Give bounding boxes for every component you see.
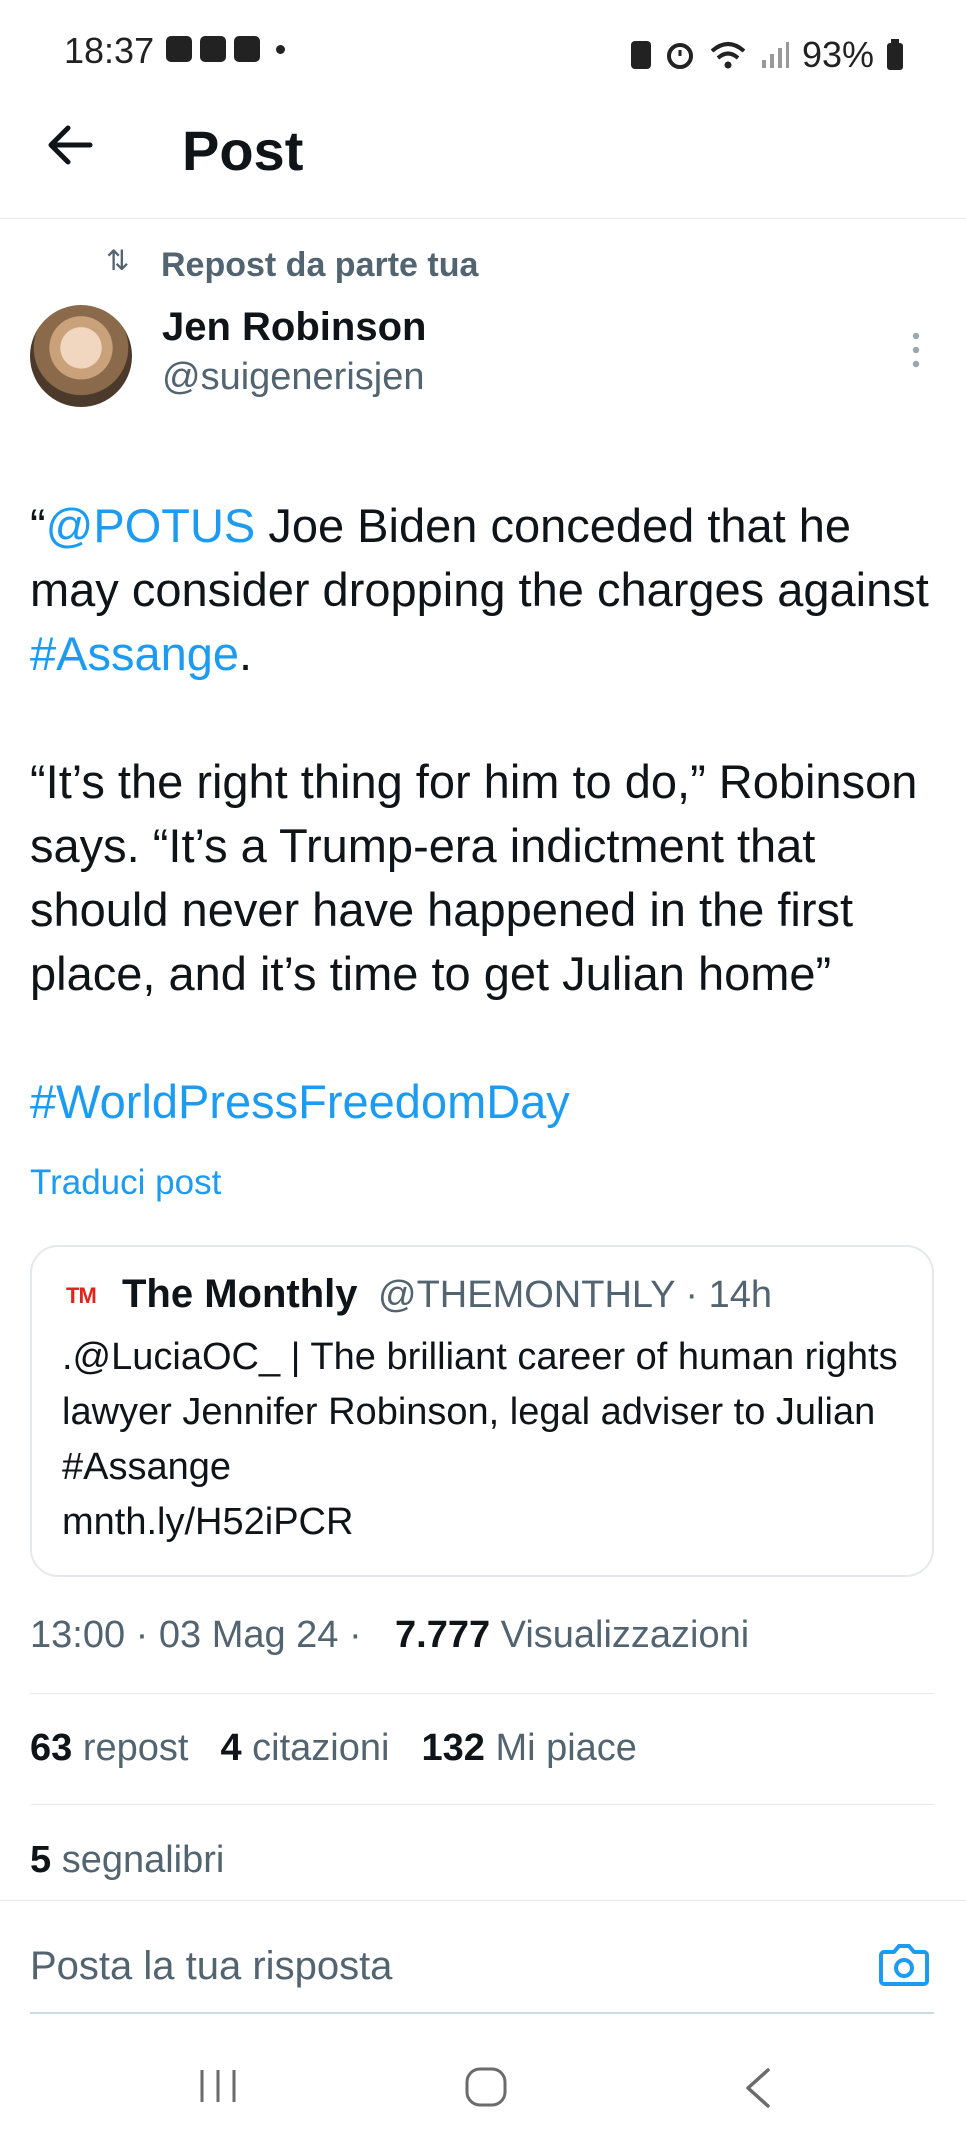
quoted-author-name: The Monthly	[122, 1272, 358, 1316]
quoted-author-logo: TM	[66, 1283, 97, 1308]
battery-icon	[887, 39, 903, 70]
more-notifications-dot	[276, 44, 285, 54]
reply-input[interactable]: Posta la tua risposta	[30, 1944, 392, 1989]
bookmarks-stat[interactable]: 5 segnalibri	[30, 1839, 224, 1882]
reposts-count: 63	[30, 1727, 73, 1769]
views-count: 7.777	[395, 1614, 491, 1656]
quotes-stat[interactable]: 4 citazioni	[220, 1727, 389, 1770]
likes-label: Mi piace	[495, 1727, 637, 1769]
stats-row: 63 repost 4 citazioni 132 Mi piace	[30, 1727, 637, 1770]
bookmarks-count: 5	[30, 1839, 52, 1881]
translate-post-link[interactable]: Traduci post	[30, 1163, 221, 1203]
text-part: “	[30, 499, 46, 552]
hashtag-link[interactable]: #Assange	[30, 627, 239, 680]
gallery-notification-icon	[166, 36, 192, 62]
reposts-label: repost	[82, 1727, 189, 1769]
system-status-icons: 93%	[630, 34, 904, 76]
repost-icon: ⇅	[106, 245, 130, 276]
quoted-author-meta: @THEMONTHLY · 14h	[378, 1274, 773, 1316]
wifi-icon	[710, 42, 746, 69]
text-part: . “It’s the right thing for him to do,” …	[30, 627, 918, 1000]
views-label: Visualizzazioni	[500, 1614, 750, 1656]
meta-divider	[30, 1693, 934, 1694]
more-options-icon[interactable]	[906, 330, 926, 370]
header-divider	[0, 218, 966, 219]
quotes-label: citazioni	[252, 1727, 390, 1769]
camera-icon[interactable]	[878, 1940, 930, 1988]
back-arrow-icon[interactable]	[40, 115, 100, 175]
battery-percent: 93%	[801, 34, 874, 75]
home-nav-icon[interactable]	[464, 2066, 508, 2108]
alarm-icon	[666, 43, 693, 69]
status-time: 18:37	[64, 30, 155, 71]
post-timestamp: 13:00 · 03 Mag 24 ·	[30, 1614, 362, 1656]
reposts-stat[interactable]: 63 repost	[30, 1727, 188, 1770]
stats-divider	[30, 1804, 934, 1805]
sim-icon	[630, 41, 651, 69]
page-title: Post	[182, 119, 304, 182]
app-notification-icon	[200, 36, 226, 62]
app-notification-icon-2	[234, 36, 260, 62]
bookmarks-label: segnalibri	[61, 1839, 225, 1881]
likes-count: 132	[421, 1727, 485, 1769]
avatar[interactable]	[30, 305, 132, 407]
likes-stat[interactable]: 132 Mi piace	[421, 1727, 636, 1770]
back-nav-icon[interactable]	[740, 2066, 776, 2110]
recents-nav-icon[interactable]	[196, 2066, 240, 2106]
signal-icon	[761, 42, 789, 68]
mention-link[interactable]: @POTUS	[46, 499, 256, 552]
quotes-count: 4	[220, 1727, 242, 1769]
author-handle[interactable]: @suigenerisjen	[162, 356, 425, 399]
post-text: “@POTUS Joe Biden conceded that he may c…	[30, 430, 930, 1134]
hashtag-link[interactable]: #WorldPressFreedomDay	[30, 1075, 570, 1128]
post-views: 7.777 Visualizzazioni	[395, 1614, 749, 1657]
quoted-post-text: .@LuciaOC_ | The brilliant career of hum…	[62, 1336, 898, 1543]
reply-underline	[30, 2012, 934, 2014]
author-name[interactable]: Jen Robinson	[162, 305, 426, 350]
repost-label: Repost da parte tua	[161, 246, 479, 284]
reply-divider	[0, 1900, 966, 1901]
notification-icons	[166, 36, 285, 62]
